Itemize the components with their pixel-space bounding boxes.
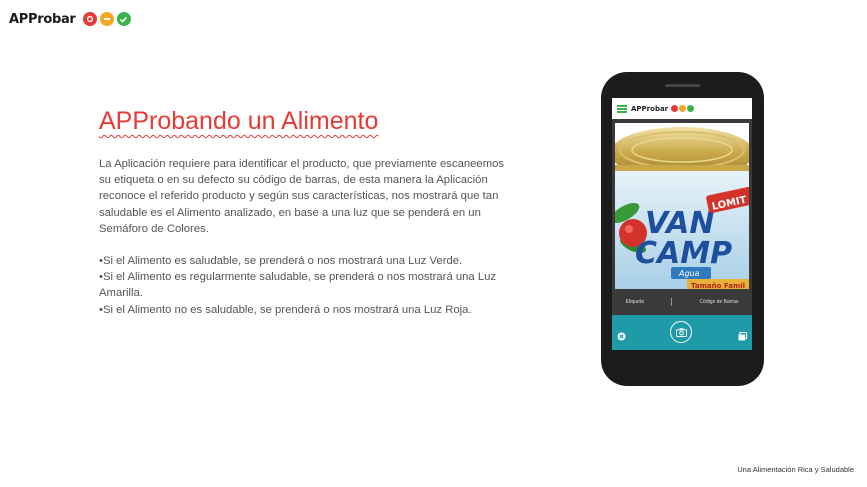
logo-text: APProbar: [9, 11, 76, 27]
label-brand-line2: CAMP: [635, 236, 732, 271]
camera-bottom-bar: [612, 315, 752, 350]
slide-body: La Aplicación requiere para identificar …: [99, 156, 519, 318]
svg-text:Tamaño Famil: Tamaño Famil: [691, 282, 745, 289]
bullet-amber: •Si el Alimento es regularmente saludabl…: [99, 271, 497, 300]
camera-mode-tabs: Etiqueta Código de Barras: [612, 295, 752, 309]
red-light-icon: [82, 12, 97, 26]
tab-separator: [671, 298, 673, 306]
phone-app-logo: APProbar: [631, 104, 669, 113]
mini-amber-light-icon: [679, 105, 687, 112]
svg-text:Agua: Agua: [678, 269, 700, 278]
phone-app-bar: APProbar: [612, 98, 752, 119]
gallery-icon[interactable]: [738, 328, 747, 341]
intro-paragraph: La Aplicación requiere para identificar …: [99, 158, 505, 235]
green-light-icon: [116, 12, 131, 26]
amber-light-icon: [99, 12, 114, 26]
tab-etiqueta[interactable]: Etiqueta: [626, 299, 644, 305]
phone-screen: APProbar VAN CAMP LOMIT Agua Tamaño Fami…: [612, 98, 752, 350]
footer-tagline: Una Alimentación Rica y Saludable: [737, 465, 854, 474]
bullet-red: •Si el Alimento no es saludable, se pren…: [99, 303, 472, 316]
camera-shutter-button[interactable]: [670, 321, 692, 343]
mini-red-light-icon: [671, 105, 679, 112]
camera-icon: [675, 327, 687, 337]
mini-green-light-icon: [687, 105, 695, 112]
phone-speaker: [665, 84, 700, 87]
product-photo: VAN CAMP LOMIT Agua Tamaño Famil: [615, 123, 749, 289]
tab-codigo-barras[interactable]: Código de Barras: [699, 299, 738, 305]
slide-title: APProbando un Alimento: [99, 107, 379, 135]
menu-icon[interactable]: [617, 104, 627, 113]
close-icon[interactable]: [617, 328, 626, 341]
bullet-green: •Si el Alimento es saludable, se prender…: [99, 255, 463, 268]
app-logo: APProbar: [9, 10, 131, 28]
